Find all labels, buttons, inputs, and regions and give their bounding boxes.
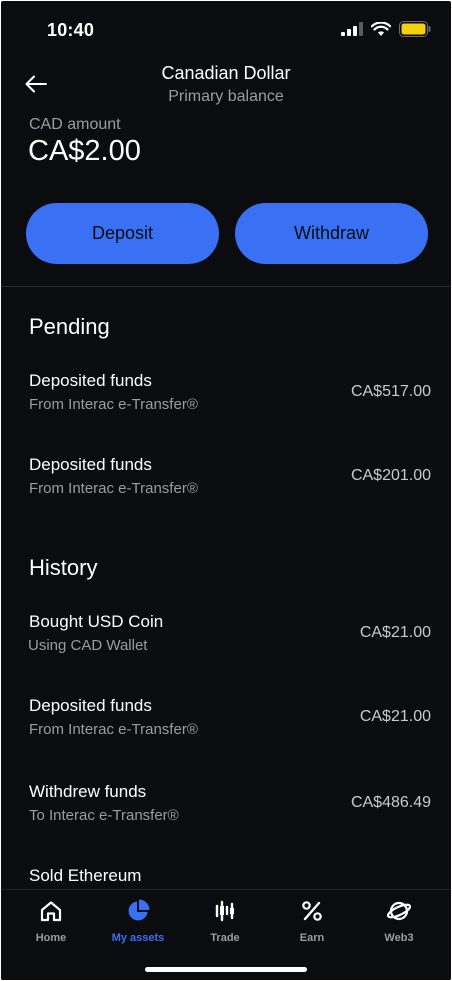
nav-label-web3: Web3 xyxy=(384,932,414,944)
transaction-title: Bought USD Coin xyxy=(29,612,164,631)
nav-item-my-assets[interactable]: My assets xyxy=(98,899,178,944)
transaction-title: Deposited funds xyxy=(29,371,152,390)
history-section-title: History xyxy=(29,555,98,580)
transaction-subtitle: From Interac e-Transfer® xyxy=(29,721,198,738)
status-time: 10:40 xyxy=(47,20,95,40)
withdraw-button[interactable]: Withdraw xyxy=(235,203,428,264)
page-title: Canadian Dollar xyxy=(161,63,291,83)
balance-value: CA$2.00 xyxy=(28,135,141,167)
transaction-title: Deposited funds xyxy=(29,696,152,715)
transaction-amount: CA$21.00 xyxy=(359,708,431,725)
home-icon xyxy=(40,900,62,927)
transaction-subtitle: From Interac e-Transfer® xyxy=(29,480,198,497)
battery-icon xyxy=(399,21,431,42)
transaction-title: Sold Ethereum xyxy=(29,866,142,885)
nav-item-earn[interactable]: Earn xyxy=(272,900,352,944)
cellular-signal-icon xyxy=(341,22,363,41)
percent-icon xyxy=(301,900,323,927)
balance-label: CAD amount xyxy=(29,116,121,133)
header: Canadian Dollar Primary balance xyxy=(1,59,451,119)
pending-transaction-row[interactable]: Deposited funds From Interac e-Transfer®… xyxy=(1,455,451,511)
nav-label-home: Home xyxy=(35,932,67,944)
transaction-amount: CA$21.00 xyxy=(359,624,431,641)
deposit-button[interactable]: Deposit xyxy=(26,203,219,264)
transaction-subtitle: Using CAD Wallet xyxy=(28,637,148,654)
nav-label-earn: Earn xyxy=(299,932,325,944)
action-buttons: Deposit Withdraw xyxy=(26,203,428,265)
history-transaction-row[interactable]: Deposited funds From Interac e-Transfer®… xyxy=(1,696,451,752)
nav-label-my-assets: My assets xyxy=(111,932,165,944)
history-transaction-row[interactable]: Withdrew funds To Interac e-Transfer® CA… xyxy=(1,782,451,838)
history-transaction-row[interactable]: Bought USD Coin Using CAD Wallet CA$21.0… xyxy=(1,612,451,668)
wifi-icon xyxy=(370,20,392,42)
nav-item-trade[interactable]: Trade xyxy=(185,900,265,944)
app-screen: 10:40 Canadian Dollar Primary balance CA… xyxy=(1,1,451,980)
divider xyxy=(1,286,451,287)
pie-chart-icon xyxy=(126,899,150,928)
home-indicator[interactable] xyxy=(145,967,307,972)
pending-section-title: Pending xyxy=(29,314,110,339)
transaction-amount: CA$486.49 xyxy=(350,794,431,811)
planet-icon xyxy=(386,899,412,928)
nav-label-trade: Trade xyxy=(210,932,240,944)
transaction-amount: CA$201.00 xyxy=(350,467,431,484)
transaction-title: Deposited funds xyxy=(29,455,152,474)
transaction-subtitle: From Interac e-Transfer® xyxy=(29,396,198,413)
nav-item-web3[interactable]: Web3 xyxy=(359,900,439,944)
nav-item-home[interactable]: Home xyxy=(11,900,91,944)
page-subtitle: Primary balance xyxy=(168,88,284,105)
status-icons xyxy=(341,20,431,42)
transaction-amount: CA$517.00 xyxy=(350,383,431,400)
status-bar: 10:40 xyxy=(1,1,451,59)
transaction-title: Withdrew funds xyxy=(29,782,147,801)
transaction-subtitle: To Interac e-Transfer® xyxy=(29,807,179,824)
pending-transaction-row[interactable]: Deposited funds From Interac e-Transfer®… xyxy=(1,371,451,427)
trade-icon xyxy=(214,900,236,927)
